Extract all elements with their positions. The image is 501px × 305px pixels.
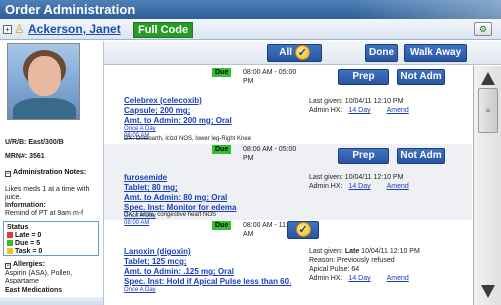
prep-button[interactable]: Prep <box>338 69 389 85</box>
time-range: 08:00 AM - 05:00 PM <box>243 69 297 85</box>
drug-name[interactable]: furosemide <box>124 173 236 183</box>
status-panel: Status Late = 0 Due = 5 Task = 0 <box>3 221 99 256</box>
medication-details[interactable]: Lanoxin (digoxin) Tablet; 125 mcg; Amt. … <box>124 247 299 294</box>
window-title: Order Administration <box>5 2 136 17</box>
amend-link[interactable]: Amend <box>387 107 409 114</box>
sidebar-footer <box>0 297 103 305</box>
not-adm-button[interactable]: Not Adm <box>397 148 445 164</box>
frequency: Once A Day <box>124 287 156 293</box>
scroll-down-icon[interactable] <box>481 285 495 298</box>
user-icon: ♙ <box>14 22 25 36</box>
last-given: Last given: 10/04/11 12:10 PM <box>309 174 404 181</box>
medication-details[interactable]: furosemide Tablet; 80 mg; Amt. to Admin:… <box>124 173 236 227</box>
drug-form: Tablet; 80 mg; <box>124 183 178 192</box>
collapse-icon[interactable]: − <box>5 171 11 177</box>
last-given: Last given: Late 10/04/11 12:10 PM <box>309 248 420 255</box>
diagnosis: DX: Failure, congestive heart NOS <box>124 212 217 218</box>
apical-pulse: Apical Pulse: 64 <box>309 266 360 273</box>
due-badge: Due <box>212 145 232 154</box>
code-status-badge: Full Code <box>133 22 194 38</box>
patient-mrn: MRN#: 3561 <box>5 153 45 160</box>
history-14-day-link[interactable]: 14 Day <box>348 275 370 282</box>
window-title-bar: Order Administration <box>0 0 501 19</box>
drug-name[interactable]: Lanoxin (digoxin) <box>124 247 299 257</box>
allergies-text: Aspirin (ASA), Pollen, Aspartame <box>5 270 73 285</box>
due-badge: Due <box>212 221 232 230</box>
east-medications-label[interactable]: East Medications <box>5 287 62 294</box>
medication-details[interactable]: Celebrex (celecoxib) Capsule; 200 mg; Am… <box>124 96 232 140</box>
status-title: Status <box>7 224 29 231</box>
allergies-title[interactable]: − Allergies: <box>5 261 101 269</box>
due-badge: Due <box>212 68 232 77</box>
last-given: Last given: 10/04/11 12:10 PM <box>309 98 404 105</box>
admin-notes-text: Likes meds 1 at a time with juice. <box>5 186 90 201</box>
admin-notes-title[interactable]: − Administration Notes: <box>5 169 101 177</box>
status-late: Late = 0 <box>7 232 95 240</box>
drug-form: Capsule; 200 mg; <box>124 106 191 115</box>
administer-button[interactable] <box>287 221 319 239</box>
check-icon <box>295 222 311 238</box>
admin-history: Admin HX: 14 Day Amend <box>309 183 409 190</box>
drug-form: Tablet; 125 mcg; <box>124 257 187 266</box>
admin-history: Admin HX: 14 Day Amend <box>309 107 409 114</box>
drug-name[interactable]: Celebrex (celecoxib) <box>124 96 232 106</box>
patient-header: + ♙ Ackerson, Janet Full Code ⚙ <box>0 19 501 40</box>
prep-button[interactable]: Prep <box>338 148 389 164</box>
all-button[interactable]: All <box>267 44 322 62</box>
status-due: Due = 5 <box>7 240 95 248</box>
patient-name-link[interactable]: Ackerson, Janet <box>28 22 121 36</box>
scroll-up-icon[interactable] <box>481 72 495 85</box>
admin-history: Admin HX: 14 Day Amend <box>309 275 409 282</box>
frequency: Once A Day <box>124 126 156 132</box>
information-text: Remind of PT at 9am m-f <box>5 210 84 217</box>
patient-sidebar: U/R/B: East/300/B MRN#: 3561 − Administra… <box>0 41 104 305</box>
check-all-icon <box>294 45 310 61</box>
settings-icon[interactable]: ⚙ <box>474 22 492 36</box>
collapse-icon[interactable]: − <box>5 263 11 269</box>
reason: Reason: Previously refused <box>309 257 395 264</box>
order-list-panel: All Done Walk Away Due 08:00 AM - 05:00 … <box>104 41 501 305</box>
time-range: 08:00 AM - 05:00 PM <box>243 146 297 162</box>
amend-link[interactable]: Amend <box>387 275 409 282</box>
medication-list: Due 08:00 AM - 05:00 PM Prep Not Adm Cel… <box>104 66 472 305</box>
toolbar: All Done Walk Away <box>104 41 501 65</box>
patient-urb: U/R/B: East/300/B <box>5 139 64 146</box>
diagnosis: DX: Osteoarth, lclzd NOS, lower leg-Righ… <box>124 136 252 142</box>
drug-amount: Amt. to Admin: .125 mg; Oral <box>124 267 234 276</box>
medication-entry[interactable]: Due 08:00 AM - 11:00 AM Lanoxin (digoxin… <box>104 220 472 305</box>
scroll-thumb[interactable]: ≡ <box>478 88 498 133</box>
patient-photo <box>7 43 80 120</box>
amend-link[interactable]: Amend <box>387 183 409 190</box>
medication-entry[interactable]: Due 08:00 AM - 05:00 PM Prep Not Adm fur… <box>104 144 472 226</box>
walk-away-button[interactable]: Walk Away <box>404 44 467 62</box>
status-task: Task = 0 <box>7 248 95 256</box>
drug-amount: Amt. to Admin: 200 mg; Oral <box>124 116 232 125</box>
history-14-day-link[interactable]: 14 Day <box>348 183 370 190</box>
information-title: Information: <box>5 202 46 209</box>
drug-amount: Amt. to Admin: 80 mg; Oral <box>124 193 228 202</box>
expand-icon[interactable]: + <box>3 25 12 34</box>
vertical-scrollbar[interactable]: ≡ <box>473 66 501 305</box>
special-instructions: Spec. Inst: Hold if Apical Pulse less th… <box>124 277 292 286</box>
history-14-day-link[interactable]: 14 Day <box>348 107 370 114</box>
not-adm-button[interactable]: Not Adm <box>397 69 445 85</box>
medication-entry[interactable]: Due 08:00 AM - 05:00 PM Prep Not Adm Cel… <box>104 66 472 144</box>
late-label: Late <box>344 248 360 255</box>
done-button[interactable]: Done <box>365 44 398 62</box>
